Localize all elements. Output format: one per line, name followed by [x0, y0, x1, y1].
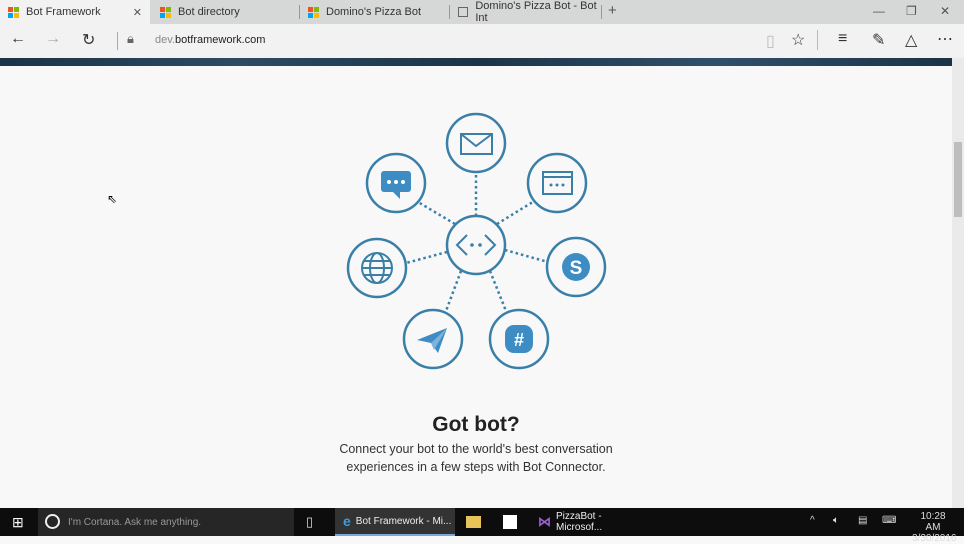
- visual-studio-icon: ⋈: [538, 514, 551, 529]
- keyboard-icon[interactable]: ⌨: [882, 515, 896, 526]
- page-subtitle: Connect your bot to the world's best con…: [339, 442, 613, 474]
- scrollbar-thumb[interactable]: [954, 142, 962, 217]
- taskbar-app-visual-studio[interactable]: ⋈ PizzaBot - Microsof...: [530, 508, 650, 536]
- volume-icon[interactable]: 🔈︎: [833, 515, 839, 526]
- skype-icon: S: [562, 253, 590, 281]
- taskbar: ⊞ I'm Cortana. Ask me anything. ▯ e Bot F…: [0, 508, 964, 544]
- email-node: [445, 112, 507, 174]
- store-icon[interactable]: [503, 515, 517, 529]
- show-hidden-icons[interactable]: ^: [810, 515, 815, 526]
- page-title: Got bot?: [432, 413, 520, 436]
- taskbar-app-edge[interactable]: e Bot Framework - Mi...: [335, 508, 455, 536]
- webchat-node: [526, 152, 588, 214]
- slack-icon: #: [505, 325, 533, 353]
- scrollbar[interactable]: [952, 58, 964, 508]
- action-center-icon[interactable]: ▤: [858, 515, 867, 526]
- clock[interactable]: 10:28 AM 3/30/2016: [912, 511, 957, 544]
- task-view-icon[interactable]: ▯: [306, 514, 313, 530]
- file-explorer-icon[interactable]: [466, 516, 481, 528]
- edge-icon: e: [343, 513, 351, 529]
- svg-text:#: #: [514, 330, 524, 350]
- cortana-icon: [45, 514, 60, 529]
- svg-text:S: S: [570, 258, 583, 279]
- windows-start-icon[interactable]: ⊞: [12, 514, 24, 531]
- cortana-search[interactable]: I'm Cortana. Ask me anything.: [38, 508, 294, 536]
